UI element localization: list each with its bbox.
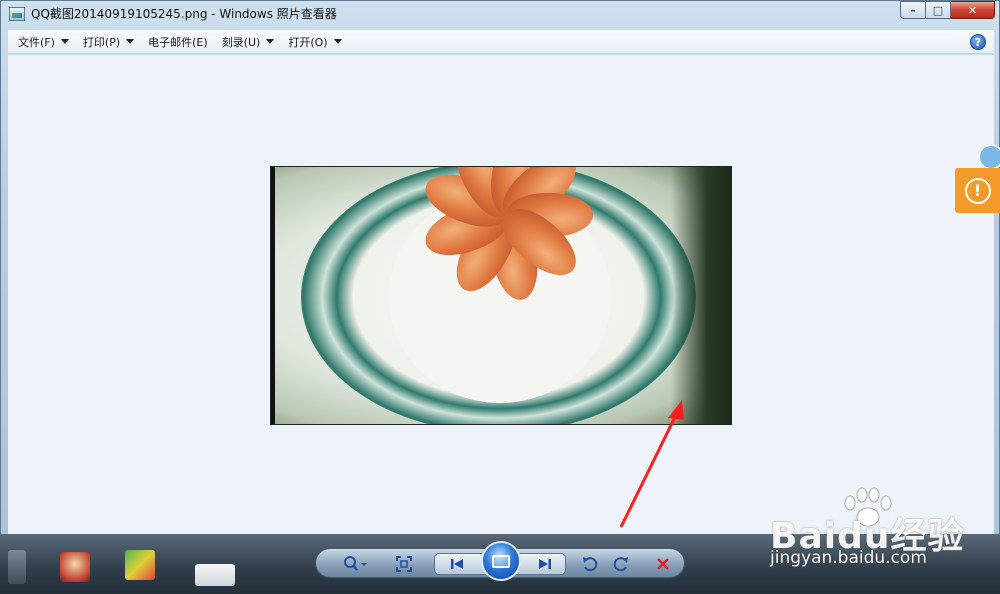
magnifier-icon [344, 556, 367, 571]
chevron-down-icon [60, 39, 69, 44]
chevron-down-icon [126, 39, 135, 44]
close-button[interactable]: ✕ [951, 1, 995, 19]
actual-size-button[interactable] [395, 555, 413, 573]
floating-widget-top[interactable] [978, 144, 1000, 170]
photo-edge [271, 167, 275, 424]
minimize-icon: – [910, 3, 916, 17]
caption-buttons: – □ ✕ [900, 1, 995, 19]
taskbar-app-icon[interactable] [125, 550, 155, 580]
menu-file[interactable]: 文件(F) [18, 34, 69, 50]
previous-button[interactable] [448, 555, 466, 573]
delete-icon [657, 558, 669, 570]
menu-open-label: 打开(O) [288, 35, 328, 49]
menu-print-label: 打印(P) [82, 35, 121, 49]
slideshow-button[interactable] [481, 541, 521, 581]
window-title: QQ截图20140919105245.png - Windows 照片查看器 [31, 7, 337, 21]
menu-burn-label: 刻录(U) [221, 35, 261, 49]
rotate-clockwise-icon [613, 557, 628, 572]
baidu-watermark: Baidu经验 jingyan.baidu.com [770, 487, 970, 577]
displayed-photo [270, 166, 732, 425]
menu-open[interactable]: 打开(O) [288, 34, 342, 50]
menu-file-label: 文件(F) [18, 35, 55, 49]
next-button[interactable] [536, 555, 554, 573]
menu-email-label: 电子邮件(E) [148, 35, 208, 49]
minimize-button[interactable]: – [900, 1, 926, 19]
maximize-icon: □ [932, 3, 944, 17]
rotate-left-button[interactable] [581, 555, 599, 573]
chevron-down-icon [266, 39, 275, 44]
photo-shadow-area [671, 167, 731, 424]
help-button[interactable]: ? [970, 34, 986, 50]
menu-bar: 文件(F) 打印(P) 电子邮件(E) 刻录(U) 打开(O) ? [8, 30, 994, 54]
taskbar-app-icon[interactable] [60, 552, 90, 582]
next-icon [539, 559, 551, 569]
viewer-controls-bar [315, 541, 685, 581]
rotate-counterclockwise-icon [583, 557, 598, 572]
maximize-button[interactable]: □ [926, 1, 951, 19]
floating-warning-widget[interactable]: ! [955, 168, 1000, 213]
title-bar: QQ截图20140919105245.png - Windows 照片查看器 –… [1, 1, 999, 26]
actual-size-icon [396, 556, 412, 572]
slideshow-icon [492, 554, 510, 568]
taskbar-app-icon[interactable] [8, 550, 26, 584]
close-icon: ✕ [967, 3, 978, 17]
watermark-url: jingyan.baidu.com [770, 548, 927, 568]
menu-email[interactable]: 电子邮件(E) [148, 34, 208, 50]
chevron-down-icon [333, 39, 342, 44]
menu-burn[interactable]: 刻录(U) [222, 34, 275, 50]
help-icon: ? [974, 36, 982, 49]
menu-print[interactable]: 打印(P) [82, 34, 135, 50]
photo-viewer-app-icon [9, 6, 25, 21]
warning-icon: ! [964, 177, 991, 204]
delete-button[interactable] [654, 555, 672, 573]
image-viewing-area [8, 55, 994, 535]
taskbar-app-icon[interactable] [195, 564, 235, 586]
rotate-right-button[interactable] [612, 555, 630, 573]
previous-icon [451, 559, 463, 569]
zoom-button[interactable] [342, 555, 368, 573]
